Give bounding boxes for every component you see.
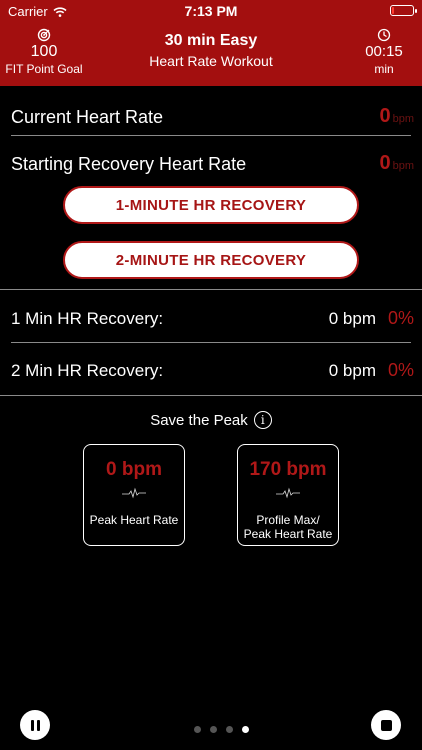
- heartbeat-icon: [276, 487, 300, 499]
- two-minute-recovery-button[interactable]: 2-MINUTE HR RECOVERY: [63, 241, 359, 279]
- peak-heart-rate-card[interactable]: 0 bpm Peak Heart Rate: [83, 444, 185, 546]
- two-min-recovery-label: 2 Min HR Recovery:: [11, 361, 164, 380]
- profile-max-heart-rate-value: 170 bpm: [249, 459, 327, 480]
- profile-max-heart-rate-label: Profile Max/ Peak Heart Rate: [243, 513, 333, 541]
- starting-recovery-value: 0: [379, 152, 391, 174]
- info-icon[interactable]: i: [253, 411, 272, 429]
- workout-header: 100 FIT Point Goal 30 min Easy Heart Rat…: [0, 22, 422, 86]
- divider: [11, 135, 411, 136]
- two-min-recovery-bpm: 0 bpm: [328, 361, 376, 380]
- save-the-peak-title: Save the Peak: [150, 411, 248, 429]
- one-minute-recovery-button[interactable]: 1-MINUTE HR RECOVERY: [63, 186, 359, 224]
- pause-button[interactable]: [20, 710, 50, 740]
- heartbeat-icon: [122, 487, 146, 499]
- divider: [0, 289, 422, 290]
- current-hr-unit: bpm: [392, 113, 414, 125]
- page-dot[interactable]: [193, 726, 201, 733]
- clock-icon: [377, 28, 391, 42]
- workout-timer: 00:15 min: [358, 28, 410, 76]
- clock-time: 7:13 PM: [184, 3, 238, 19]
- stop-icon: [380, 719, 392, 731]
- battery-icon: [390, 5, 417, 16]
- one-min-recovery-label: 1 Min HR Recovery:: [11, 309, 164, 328]
- peak-heart-rate-label: Peak Heart Rate: [89, 513, 179, 527]
- timer-unit: min: [374, 62, 394, 76]
- current-hr-value: 0: [379, 105, 391, 127]
- stop-button[interactable]: [371, 710, 401, 740]
- page-dot[interactable]: [225, 726, 233, 733]
- starting-recovery-readout: 0 bpm: [379, 152, 414, 175]
- timer-value: 00:15: [365, 43, 403, 60]
- page-dot[interactable]: [241, 726, 249, 733]
- one-min-recovery-percent: 0%: [387, 308, 414, 328]
- current-hr-readout: 0 bpm: [379, 105, 414, 128]
- one-min-recovery-bpm: 0 bpm: [328, 309, 376, 328]
- peak-heart-rate-value: 0 bpm: [106, 459, 162, 480]
- current-hr-label: Current Heart Rate: [11, 107, 164, 127]
- page-indicator[interactable]: [0, 726, 422, 733]
- battery-fill: [392, 7, 394, 14]
- page-dot[interactable]: [209, 726, 217, 733]
- starting-recovery-unit: bpm: [392, 160, 414, 172]
- divider: [11, 342, 411, 343]
- starting-recovery-label: Starting Recovery Heart Rate: [11, 154, 247, 174]
- divider: [0, 395, 422, 396]
- two-min-recovery-percent: 0%: [387, 360, 414, 380]
- status-bar: Carrier 7:13 PM: [0, 0, 422, 22]
- profile-max-heart-rate-card[interactable]: 170 bpm Profile Max/ Peak Heart Rate: [237, 444, 339, 546]
- save-the-peak-header: Save the Peak i: [0, 411, 422, 429]
